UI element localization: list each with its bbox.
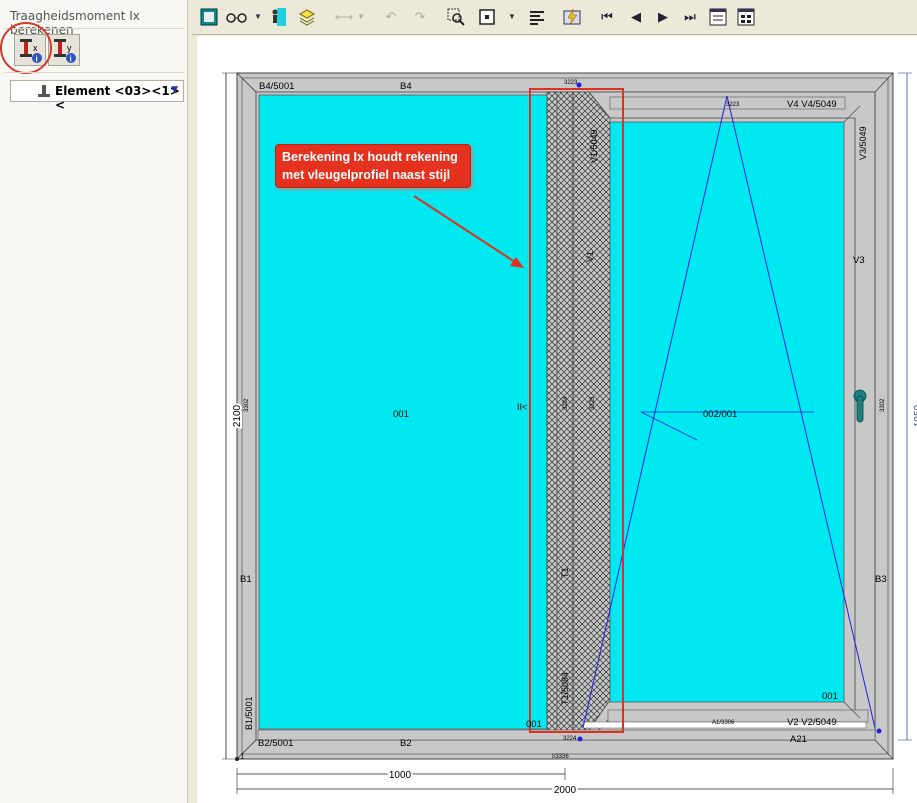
label-a21: A21 xyxy=(790,734,807,745)
callout-line-1: Berekening Ix houdt rekening xyxy=(282,150,458,164)
label-mid-code: 3224 xyxy=(563,396,569,410)
label-b1-5001: B1/5001 xyxy=(244,696,254,730)
dimension-height-right: 1050 xyxy=(913,404,917,427)
label-t1-5084: T1/5084 xyxy=(560,672,570,705)
label-corner-bottom: 3224 xyxy=(563,736,577,742)
label-left-pane-bottom: 001 xyxy=(526,719,542,730)
label-frame-code-right: 3302 xyxy=(880,398,886,412)
callout-line-2: met vleugelprofiel naast stijl xyxy=(282,168,451,182)
label-frame-code: 3302 xyxy=(244,398,250,412)
label-b2: B2 xyxy=(400,738,412,749)
label-b3: B3 xyxy=(875,574,887,585)
window-drawing: B4/5001 B4 3223 B1 B1/5001 B2/5001 B2 I/… xyxy=(222,72,917,798)
label-b1: B1 xyxy=(240,574,252,585)
label-sash-code: 3223 xyxy=(726,102,740,108)
label-a1-3306: A1/3306 xyxy=(712,720,735,726)
label-b4-5001: B4/5001 xyxy=(259,81,294,92)
mullion xyxy=(546,91,574,733)
label-corner-top: 3223 xyxy=(564,80,578,86)
dimension-width-total: 2000 xyxy=(554,785,577,796)
label-i-3336: I/3336 xyxy=(552,754,569,760)
label-v1: V1 xyxy=(585,251,595,262)
label-b2-5001: B2/5001 xyxy=(258,738,293,749)
label-left-pane: 001 xyxy=(393,409,409,420)
annotation-callout: Berekening Ix houdt rekening met vleugel… xyxy=(275,144,471,188)
label-v1-5049: V1/5049 xyxy=(589,129,599,163)
label-v2: V2 V2/5049 xyxy=(787,717,837,728)
label-t1: T1 xyxy=(560,567,570,578)
dimension-height: 2100 xyxy=(232,404,243,427)
label-mid-code2: 3223 xyxy=(590,396,596,410)
label-right-pane: 002/001 xyxy=(703,409,737,420)
dimension-width-left: 1000 xyxy=(389,770,412,781)
label-v4: V4 V4/5049 xyxy=(787,99,837,110)
label-ii-marker: II< xyxy=(517,402,527,412)
label-b4: B4 xyxy=(400,81,412,92)
label-v3: V3 xyxy=(853,255,865,266)
label-origin: 1 xyxy=(240,752,245,761)
label-right-pane-bottom: 001 xyxy=(822,691,838,702)
label-v3-5049: V3/5049 xyxy=(858,126,868,160)
